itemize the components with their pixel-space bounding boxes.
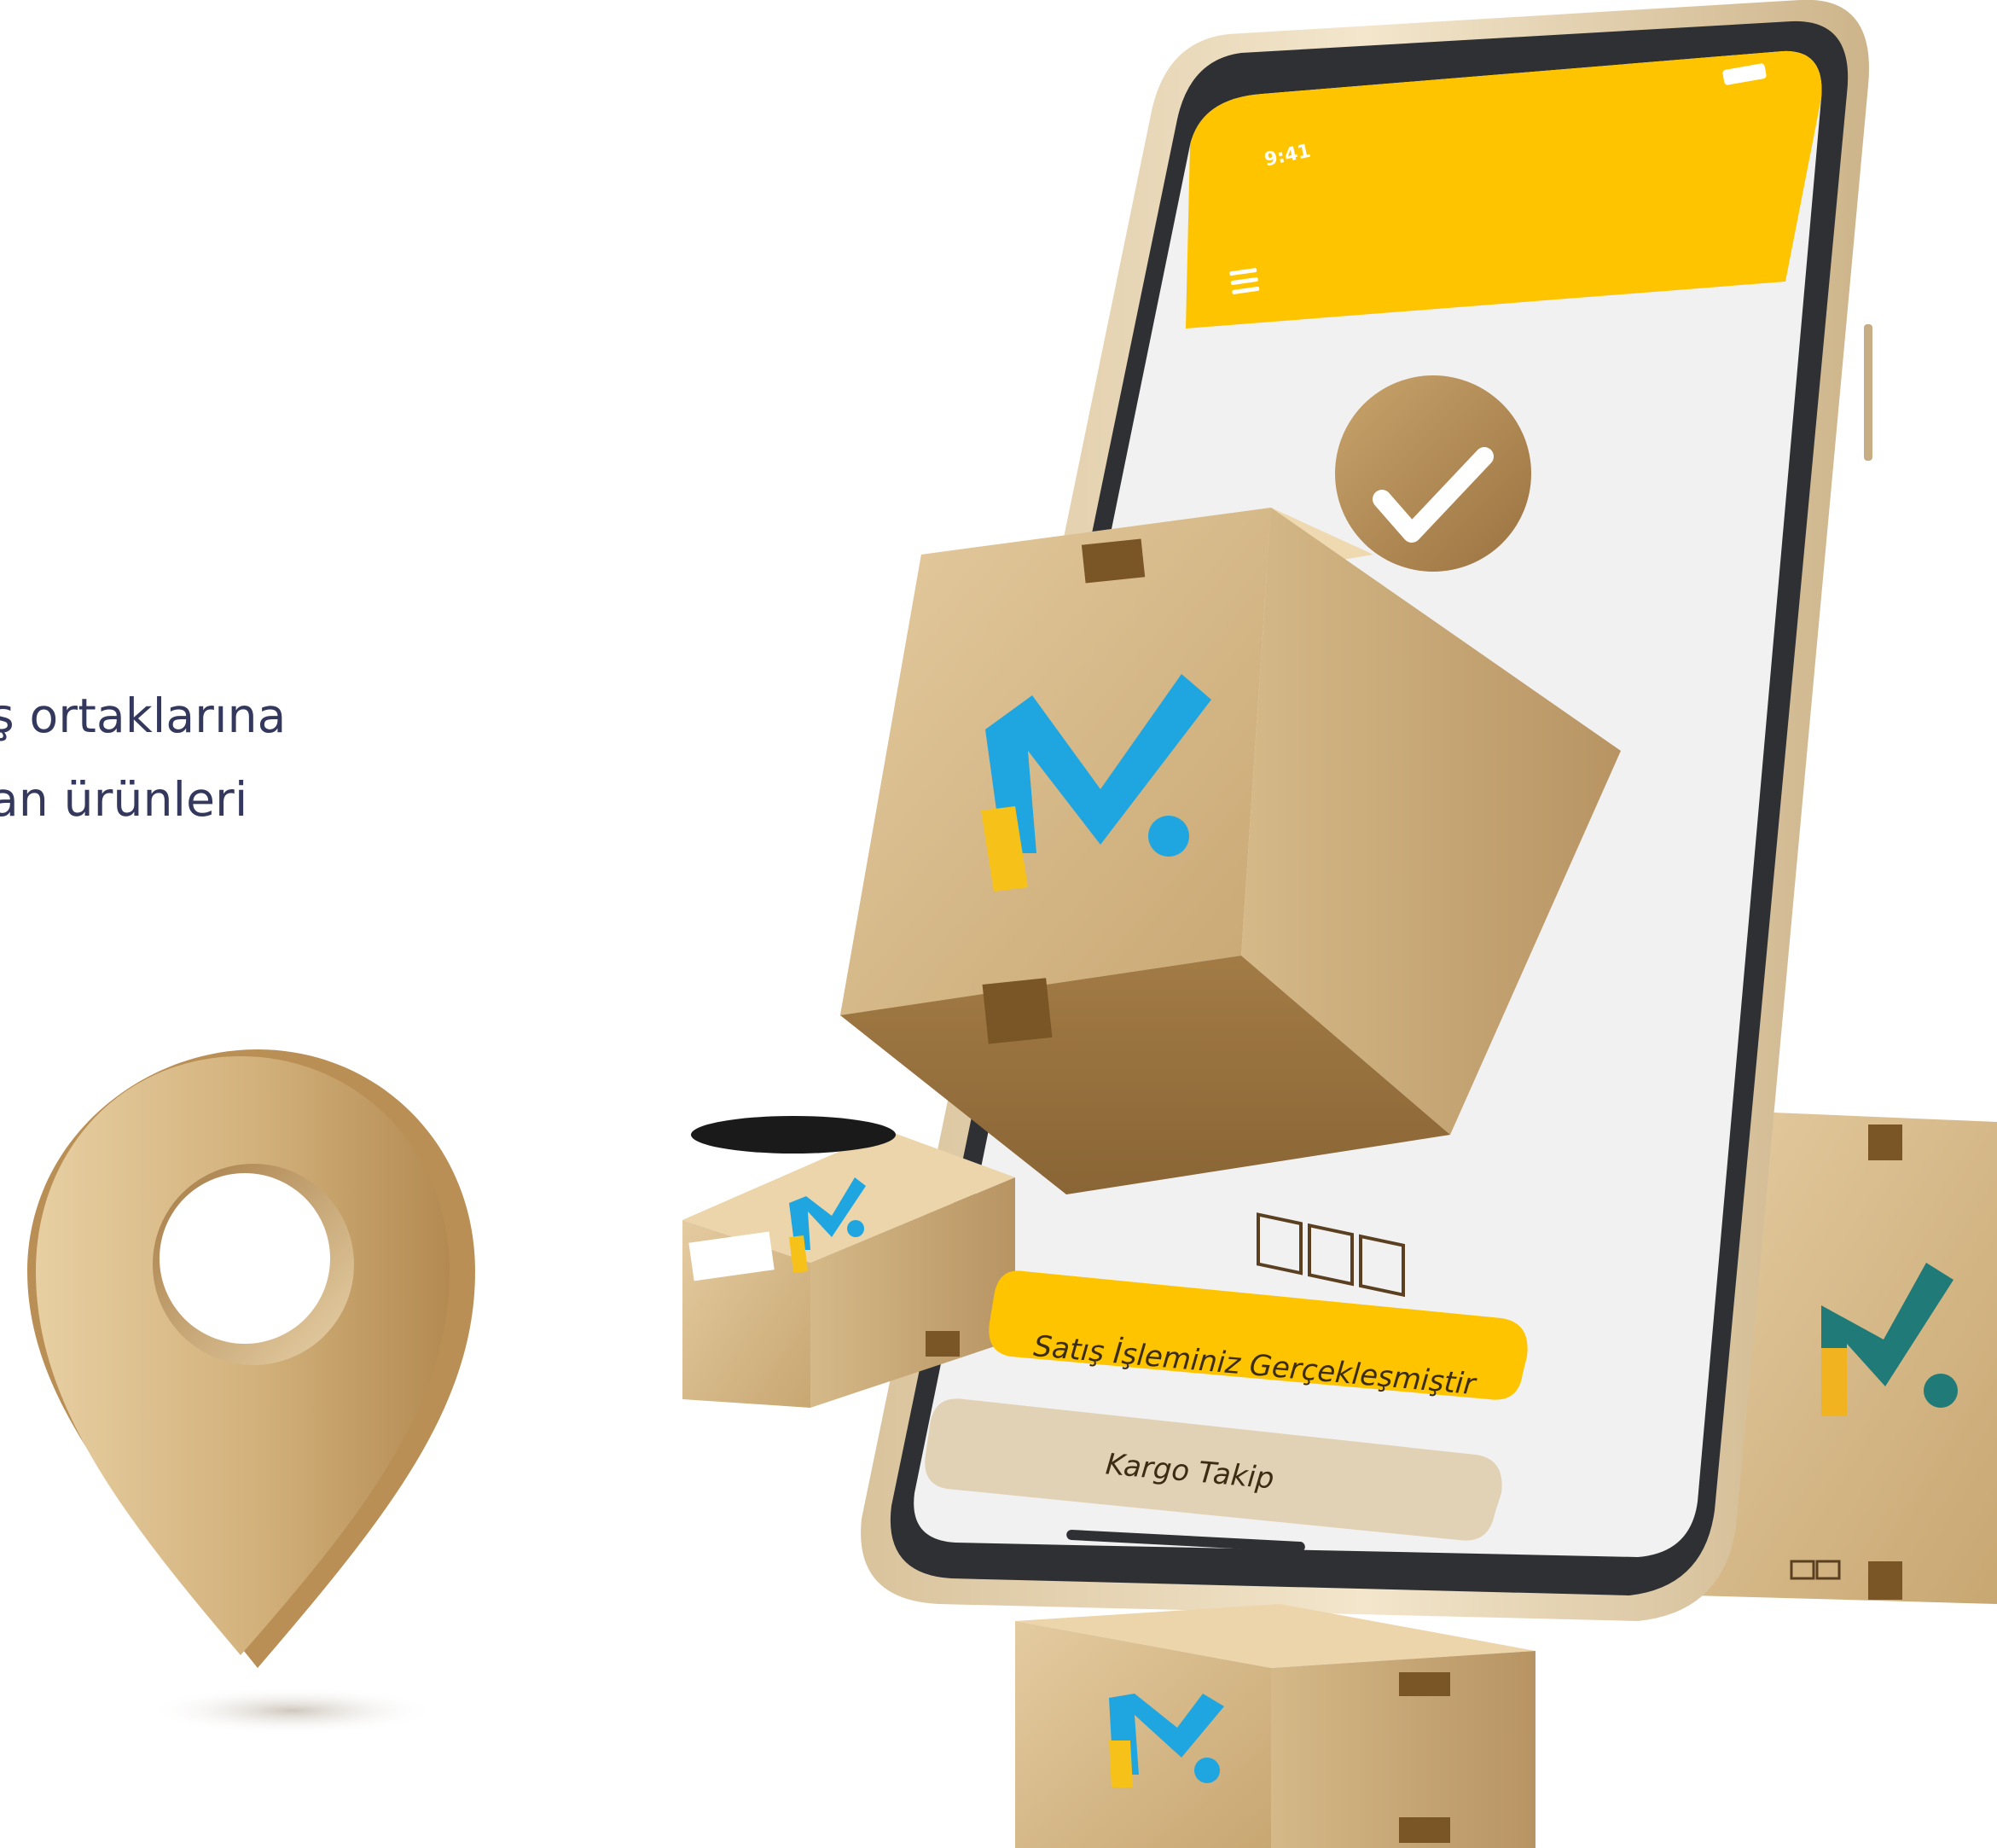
bottom-box <box>1015 1604 1535 1848</box>
hero-headline: ş ortaklarına an ürünleri <box>0 674 467 841</box>
location-pin-icon <box>27 1049 475 1735</box>
sale-completed-label: Satış İşleminiz Gerçekleşmiştir <box>1031 1328 1477 1403</box>
headline-line-1: ş ortaklarına <box>0 689 287 743</box>
small-floating-box <box>682 1116 1015 1408</box>
status-time: 9:41 <box>1262 140 1313 171</box>
cargo-tracking-label: Kargo Takip <box>1104 1447 1276 1496</box>
hamburger-menu-icon[interactable] <box>1229 267 1260 297</box>
large-floating-box <box>840 508 1621 1298</box>
background-box-right <box>1638 1109 1997 1613</box>
hero-stage: ş ortaklarına an ürünleri 9:41 Satış İşl… <box>0 0 1997 1848</box>
headline-line-2: an ürünleri <box>0 772 248 827</box>
checkmark-icon <box>1335 375 1531 572</box>
